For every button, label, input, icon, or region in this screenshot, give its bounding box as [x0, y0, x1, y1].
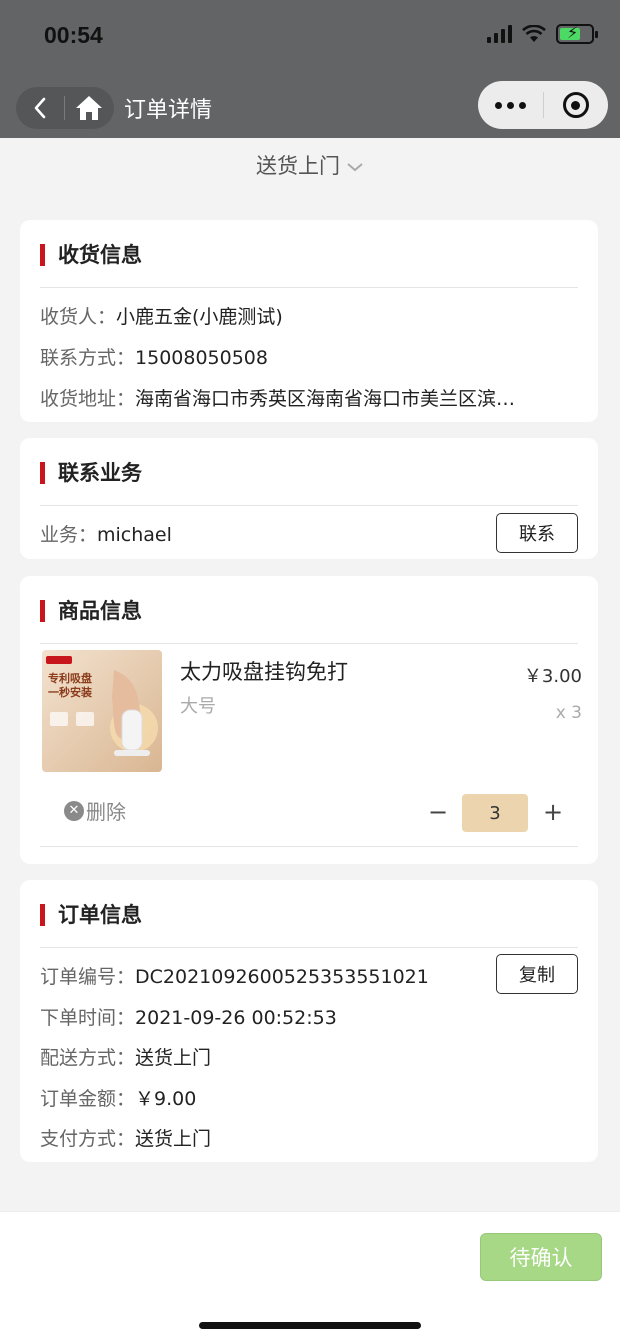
- order-card-header: 订单信息: [40, 880, 578, 948]
- section-marker: [40, 904, 45, 926]
- receiver-card-header: 收货信息: [40, 220, 578, 288]
- product-name: 太力吸盘挂钩免打: [180, 660, 348, 684]
- product-title: 商品信息: [58, 599, 142, 623]
- receiver-address: 海南省海口市秀英区海南省海口市美兰区滨…: [135, 388, 516, 410]
- receiver-address-row: 收货地址：海南省海口市秀英区海南省海口市美兰区滨…: [40, 384, 515, 411]
- home-button[interactable]: [65, 87, 113, 129]
- sales-card-header: 联系业务: [40, 438, 578, 506]
- contact-button[interactable]: 联系: [496, 513, 578, 553]
- product-card-header: 商品信息: [40, 576, 578, 644]
- order-time-row: 下单时间：2021-09-26 00:52:53: [40, 1003, 337, 1030]
- receiver-name-row: 收货人：小鹿五金(小鹿测试): [40, 302, 283, 329]
- more-icon[interactable]: [478, 101, 543, 109]
- page-title: 订单详情: [124, 98, 213, 123]
- order-card: 订单信息 订单编号：DC20210926005253535510​21 复制 下…: [20, 880, 598, 1162]
- receiver-phone-row: 联系方式：15008050508: [40, 343, 268, 370]
- section-marker: [40, 462, 45, 484]
- signal-icon: [487, 25, 512, 43]
- quantity-input[interactable]: 3: [462, 794, 528, 832]
- delete-circle-icon: ✕: [64, 800, 84, 821]
- chevron-down-icon: [347, 163, 363, 172]
- back-button[interactable]: [16, 87, 64, 129]
- order-time-label: 下单时间：: [40, 1007, 136, 1029]
- section-marker: [40, 600, 45, 622]
- copy-button[interactable]: 复制: [496, 954, 578, 994]
- receiver-card: 收货信息 收货人：小鹿五金(小鹿测试) 联系方式：15008050508 收货地…: [20, 220, 598, 422]
- amount-label: 订单金额：: [40, 1088, 136, 1110]
- top-bar: 00:54 ⚡ 订单详情: [0, 0, 620, 138]
- mini-program-capsule: [478, 81, 608, 129]
- order-title: 订单信息: [58, 903, 142, 927]
- payment-row: 支付方式：送货上门: [40, 1124, 211, 1151]
- shipping-value: 送货上门: [135, 1047, 212, 1069]
- product-image-graphic: [42, 650, 162, 772]
- sales-label: 业务：: [40, 524, 98, 546]
- order-time: 2021-09-26 00:52:53: [135, 1007, 337, 1029]
- quantity-decrease-button[interactable]: −: [426, 798, 450, 826]
- product-price: ￥3.00: [523, 666, 582, 687]
- order-number-label: 订单编号：: [40, 966, 136, 988]
- sales-card: 联系业务 业务：michael 联系: [20, 438, 598, 559]
- order-number: DC20210926005253535510​21: [135, 966, 429, 988]
- delivery-mode-selector[interactable]: 送货上门: [0, 150, 620, 180]
- pending-confirm-button[interactable]: 待确认: [480, 1233, 602, 1281]
- order-number-row: 订单编号：DC20210926005253535510​21: [40, 962, 429, 989]
- payment-label: 支付方式：: [40, 1128, 136, 1150]
- home-indicator: [199, 1322, 421, 1329]
- sales-name: michael: [97, 524, 172, 546]
- product-image[interactable]: 专利吸盘 一秒安装: [42, 650, 162, 772]
- nav-pill: [16, 87, 114, 129]
- receiver-name-label: 收货人：: [40, 306, 117, 328]
- back-icon: [34, 97, 46, 119]
- delivery-mode-label: 送货上门: [256, 154, 340, 178]
- product-image-text: 专利吸盘 一秒安装: [48, 672, 92, 699]
- delete-label: 删除: [86, 800, 126, 824]
- receiver-name: 小鹿五金(小鹿测试): [116, 306, 283, 328]
- battery-icon: ⚡: [556, 23, 598, 44]
- shipping-row: 配送方式：送货上门: [40, 1043, 211, 1070]
- section-marker: [40, 244, 45, 266]
- product-spec: 大号: [180, 696, 216, 717]
- payment-value: 送货上门: [135, 1128, 212, 1150]
- receiver-title: 收货信息: [58, 243, 142, 267]
- shipping-label: 配送方式：: [40, 1047, 136, 1069]
- receiver-phone-label: 联系方式：: [40, 347, 136, 369]
- bottom-bar: 待确认: [0, 1211, 620, 1341]
- product-count: x 3: [555, 703, 582, 723]
- status-icons: ⚡: [487, 23, 598, 44]
- sales-title: 联系业务: [58, 461, 142, 485]
- amount-row: 订单金额：￥9.00: [40, 1084, 196, 1111]
- sales-row: 业务：michael: [40, 520, 172, 547]
- divider: [40, 846, 578, 847]
- home-icon: [76, 96, 102, 120]
- delete-button[interactable]: ✕ 删除: [64, 796, 126, 825]
- receiver-phone: 15008050508: [135, 347, 268, 369]
- product-card: 商品信息 专利吸盘 一秒安装 太力吸盘挂钩免打 大号 ￥3.00 x 3 ✕ 删…: [20, 576, 598, 864]
- close-circle-icon[interactable]: [544, 92, 609, 118]
- receiver-address-label: 收货地址：: [40, 388, 136, 410]
- quantity-increase-button[interactable]: +: [540, 798, 566, 826]
- wifi-icon: [522, 25, 546, 42]
- amount-value: ￥9.00: [135, 1088, 197, 1110]
- status-time: 00:54: [44, 22, 103, 48]
